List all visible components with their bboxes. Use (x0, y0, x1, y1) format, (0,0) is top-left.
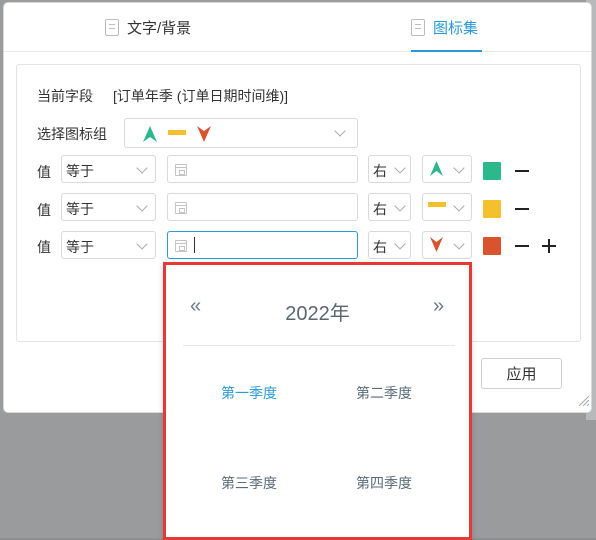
chevron-down-icon (394, 238, 406, 250)
quarter-input[interactable] (167, 193, 358, 221)
quarter-option-q4[interactable]: 第四季度 (356, 473, 412, 493)
quarter-picker-popup: « 2022年 » 第一季度 第二季度 第三季度 第四季度 (163, 262, 472, 540)
next-year-button[interactable]: » (433, 295, 444, 318)
icon-select[interactable] (422, 193, 472, 221)
apply-button[interactable]: 应用 (481, 358, 562, 389)
chevron-down-icon (453, 162, 465, 174)
quarter-option-q1[interactable]: 第一季度 (221, 383, 277, 403)
calendar-icon (175, 240, 187, 252)
dash-icon (428, 202, 446, 207)
position-select[interactable]: 右 (368, 193, 411, 221)
icon-select[interactable] (422, 155, 472, 183)
tab-bar: 文字/背景 图标集 (4, 3, 591, 52)
icon-select[interactable] (422, 231, 472, 259)
remove-rule-icon[interactable] (515, 245, 529, 247)
current-field-label: 当前字段 (37, 88, 93, 104)
operator-value: 等于 (66, 163, 94, 179)
chevron-down-icon (453, 200, 465, 212)
quarter-option-q3[interactable]: 第三季度 (221, 473, 277, 493)
color-swatch[interactable] (483, 200, 501, 218)
tab-icon-set[interactable]: 图标集 (411, 3, 483, 52)
quarter-input[interactable] (167, 155, 358, 183)
chevron-down-icon (136, 200, 148, 212)
quarter-option-q2[interactable]: 第二季度 (356, 383, 412, 403)
calendar-icon (175, 164, 187, 176)
position-value: 右 (373, 163, 387, 179)
operator-select[interactable]: 等于 (61, 155, 156, 183)
down-arrow-icon (430, 237, 443, 252)
chevron-down-icon (394, 162, 406, 174)
tab-label: 文字/背景 (127, 19, 192, 37)
remove-rule-icon[interactable] (515, 208, 529, 210)
chevron-down-icon (334, 125, 346, 137)
current-field-value: [订单年季 (订单日期时间维)] (113, 88, 288, 104)
remove-rule-icon[interactable] (515, 170, 529, 172)
up-arrow-icon (143, 126, 157, 142)
add-rule-icon[interactable] (542, 239, 556, 253)
dash-icon (168, 130, 186, 135)
color-swatch[interactable] (483, 162, 501, 180)
tab-text-background[interactable]: 文字/背景 (105, 3, 191, 51)
icon-group-label: 选择图标组 (37, 126, 107, 142)
operator-value: 等于 (66, 201, 94, 217)
icon-group-select[interactable] (124, 118, 358, 148)
picker-year[interactable]: 2022年 (166, 297, 469, 326)
resize-grip-icon[interactable] (579, 396, 589, 406)
position-select[interactable]: 右 (368, 231, 411, 259)
divider (183, 345, 455, 346)
rule-label: 值 (37, 202, 51, 218)
down-arrow-icon (197, 126, 211, 142)
calendar-icon (175, 202, 187, 214)
position-value: 右 (373, 201, 387, 217)
operator-select[interactable]: 等于 (61, 231, 156, 259)
chevron-down-icon (394, 200, 406, 212)
up-arrow-icon (430, 161, 443, 176)
operator-select[interactable]: 等于 (61, 193, 156, 221)
quarter-input-active[interactable] (167, 231, 358, 259)
position-select[interactable]: 右 (368, 155, 411, 183)
chevron-down-icon (136, 238, 148, 250)
color-swatch[interactable] (483, 237, 501, 255)
operator-value: 等于 (66, 239, 94, 255)
rule-label: 值 (37, 164, 51, 180)
text-cursor (194, 237, 195, 253)
position-value: 右 (373, 239, 387, 255)
rule-label: 值 (37, 239, 51, 255)
document-icon (105, 18, 119, 36)
chevron-down-icon (136, 162, 148, 174)
chevron-down-icon (453, 238, 465, 250)
document-icon (411, 18, 425, 36)
tab-label: 图标集 (433, 19, 479, 37)
